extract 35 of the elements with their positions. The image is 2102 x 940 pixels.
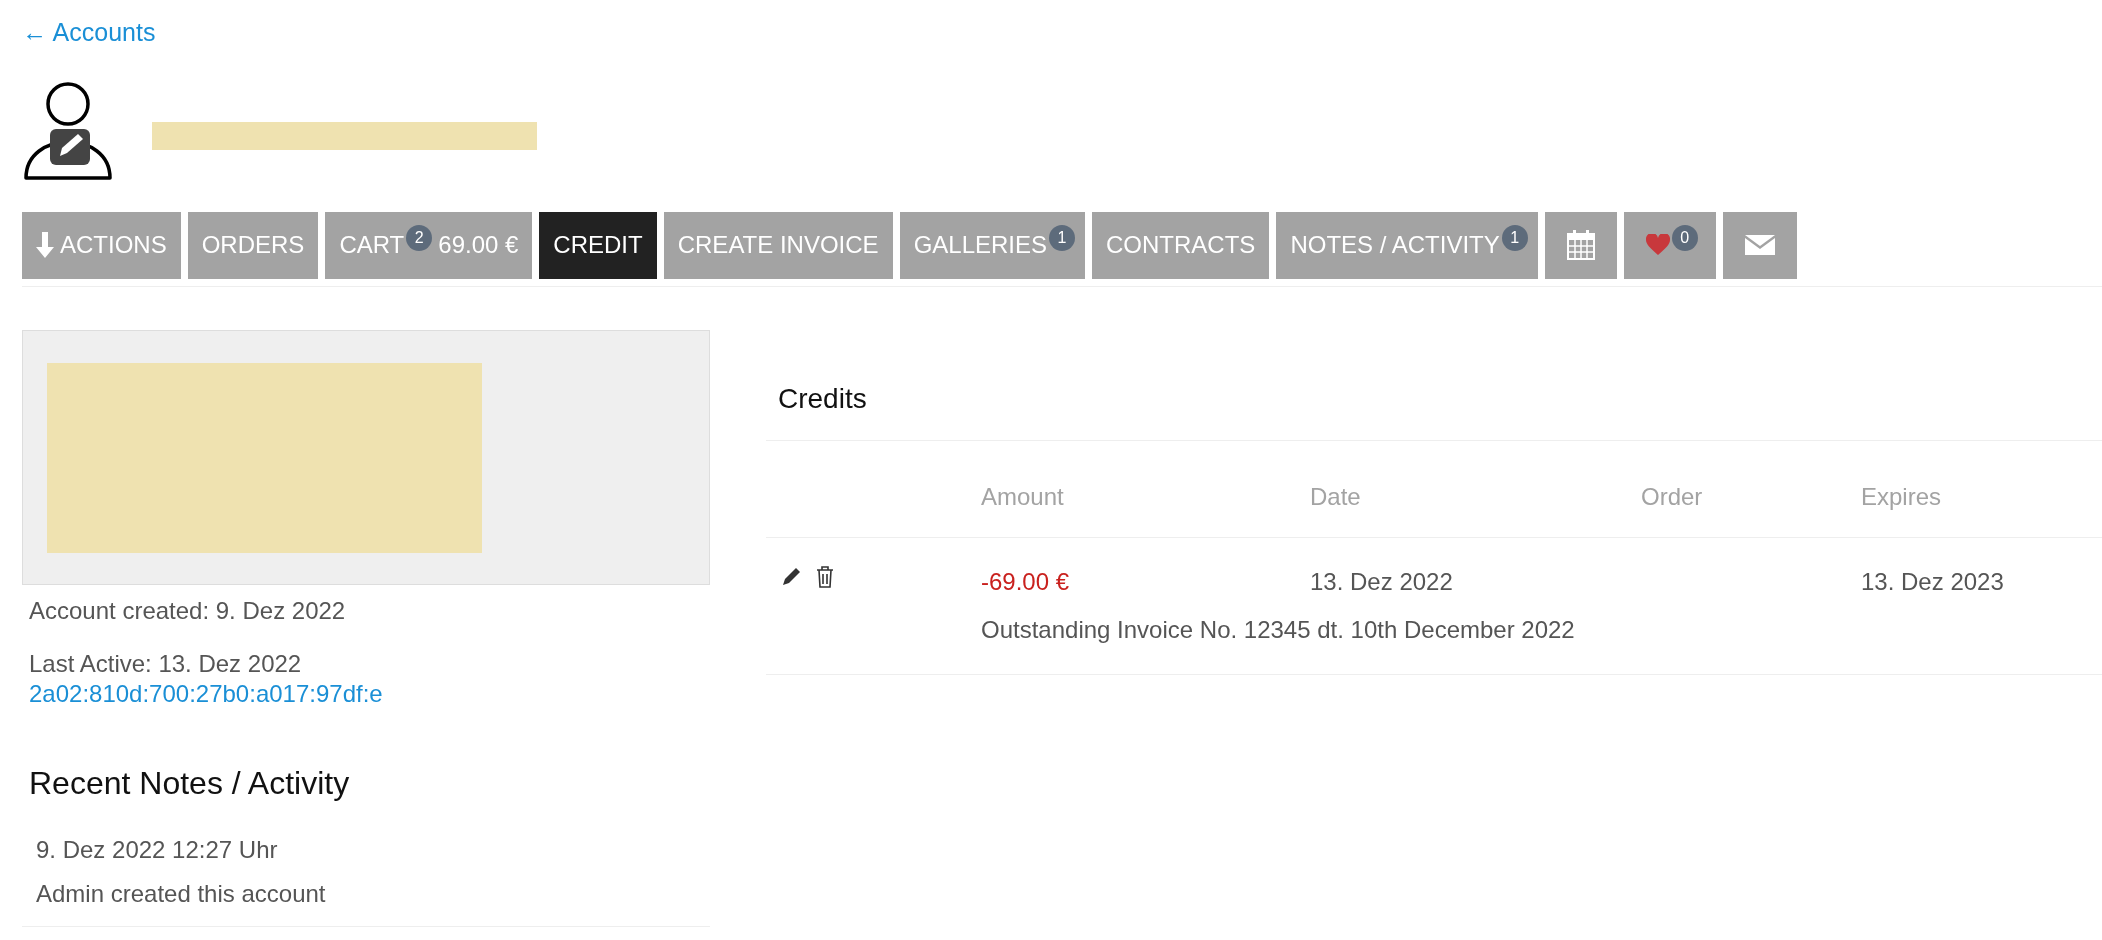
amount-cell-text: -69.00 € xyxy=(981,566,1071,597)
envelope-icon xyxy=(1744,235,1775,255)
column-header: Expires xyxy=(1861,481,1943,512)
column-header: Date xyxy=(1310,481,1362,512)
count-badge: 1 xyxy=(1501,225,1528,251)
calendar-icon xyxy=(1566,230,1595,260)
tab[interactable]: NOTES / ACTIVITY 1 xyxy=(1276,211,1538,279)
section-heading: Recent Notes / Activity xyxy=(28,764,351,804)
section-heading: Credits xyxy=(778,381,868,416)
tab[interactable]: 0 xyxy=(1623,211,1716,279)
tab[interactable]: GALLERIES 1 xyxy=(899,211,1086,279)
last-active-text: Last Active: 13. Dez 2022 xyxy=(28,648,303,679)
edit-icon[interactable] xyxy=(782,565,802,586)
back-link[interactable]: ← Accounts xyxy=(22,18,156,46)
arrow-down-icon xyxy=(36,232,54,258)
column-header: Amount xyxy=(981,481,1065,512)
credit-note: Outstanding Invoice No. 12345 dt. 10th December 2022 xyxy=(981,614,1576,645)
note-text: Admin created this account xyxy=(36,879,327,910)
ip-address-link[interactable]: 2a02:810d:700:27b0:a017:97df:e xyxy=(29,680,383,708)
count-badge: 1 xyxy=(1049,225,1076,251)
trash-icon[interactable] xyxy=(816,565,834,588)
tab[interactable]: ACTIONS xyxy=(22,211,181,279)
tab[interactable]: ORDERS xyxy=(187,211,319,279)
tab[interactable]: CONTRACTS xyxy=(1092,211,1270,279)
count-badge: 0 xyxy=(1671,225,1698,251)
expires-cell-text: 13. Dez 2023 xyxy=(1861,566,2005,597)
tab[interactable]: CREATE INVOICE xyxy=(663,211,893,279)
date-cell-text: 13. Dez 2022 xyxy=(1310,566,1454,597)
column-header: Order xyxy=(1641,481,1704,512)
note-time: 9. Dez 2022 12:27 Uhr xyxy=(36,835,279,866)
tab[interactable]: CREDIT xyxy=(539,211,657,279)
count-badge: 2 xyxy=(406,225,433,251)
account-created-text: Account created: 9. Dez 2022 xyxy=(28,595,347,626)
heart-icon xyxy=(1645,234,1670,256)
tab[interactable]: CART 2 69.00 € xyxy=(325,211,533,279)
